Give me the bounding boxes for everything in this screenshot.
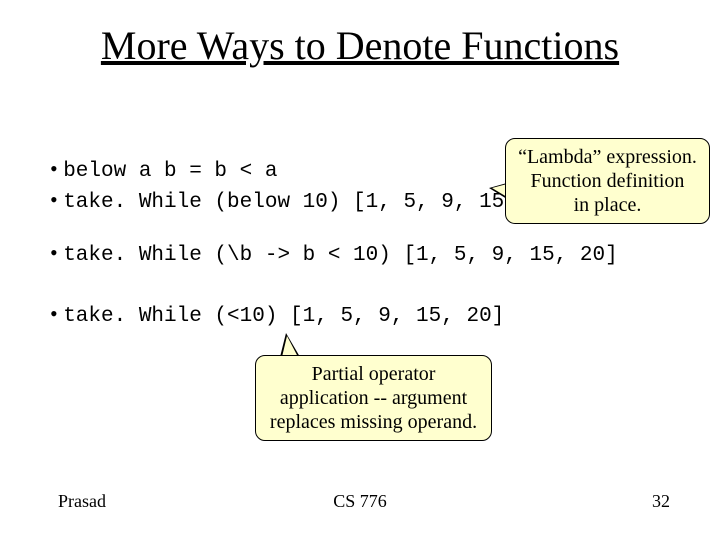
callout-tail (282, 336, 298, 357)
spacer (50, 270, 670, 300)
footer-course: CS 776 (0, 491, 720, 512)
bullet-icon: • (50, 156, 58, 181)
callout-lambda: “Lambda” expression. Function definition… (505, 138, 710, 224)
slide-title: More Ways to Denote Functions (0, 22, 720, 69)
code-text: below a b = b < a (63, 160, 277, 183)
code-line-4: • take. While (<10) [1, 5, 9, 15, 20] (50, 300, 670, 331)
code-text: take. While (<10) [1, 5, 9, 15, 20] (63, 305, 504, 328)
slide: More Ways to Denote Functions • below a … (0, 0, 720, 540)
bullet-icon: • (50, 240, 58, 265)
code-text: take. While (\b -> b < 10) [1, 5, 9, 15,… (63, 244, 618, 267)
callout-text: Partial operator application -- argument… (270, 363, 477, 433)
code-line-3: • take. While (\b -> b < 10) [1, 5, 9, 1… (50, 239, 670, 270)
bullet-icon: • (50, 301, 58, 326)
callout-text: “Lambda” expression. Function definition… (518, 146, 697, 216)
callout-partial: Partial operator application -- argument… (255, 355, 492, 441)
bullet-icon: • (50, 187, 58, 212)
footer-page-number: 32 (652, 491, 670, 512)
